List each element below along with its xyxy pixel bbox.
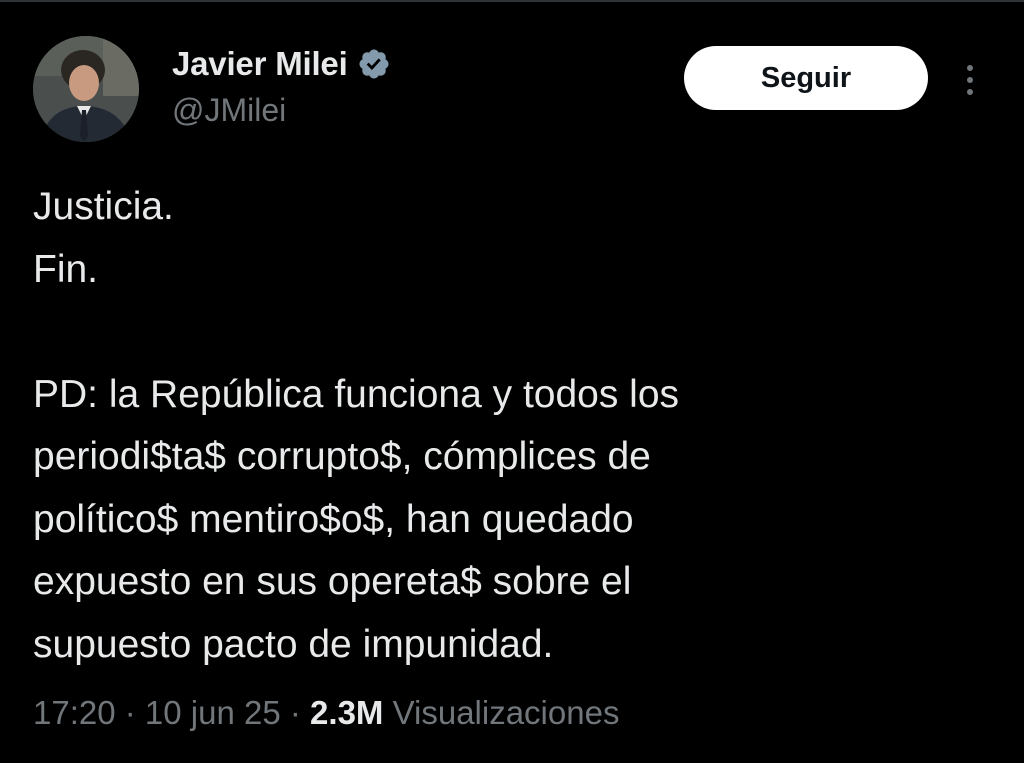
tweet-text: Justicia. Fin. PD: la República funciona…	[33, 176, 973, 676]
tweet-line: Justicia.	[33, 185, 174, 228]
tweet-line	[33, 301, 973, 364]
more-options-icon[interactable]	[954, 58, 986, 102]
tweet-line: PD: la República funciona y todos los	[33, 372, 680, 416]
avatar-image	[33, 36, 139, 142]
follow-button[interactable]: Seguir	[684, 46, 928, 110]
tweet-date[interactable]: 10 jun 25	[145, 694, 281, 732]
meta-separator: ·	[115, 694, 145, 731]
tweet-line: expuesto en sus opereta$ sobre el	[33, 560, 632, 603]
tweet-line: político$ mentiro$o$, han quedado	[33, 497, 634, 541]
meta-separator: ·	[280, 694, 311, 731]
tweet-line: supuesto pacto de impunidad.	[33, 622, 554, 666]
top-divider	[0, 0, 1024, 2]
verified-badge-icon	[357, 47, 391, 81]
views-spacer	[383, 694, 392, 732]
tweet-meta: 17:20 · 10 jun 25 · 2.3M Visualizaciones	[33, 694, 619, 732]
avatar[interactable]	[33, 36, 139, 142]
views-label[interactable]: Visualizaciones	[393, 694, 620, 732]
tweet-time[interactable]: 17:20	[33, 694, 116, 732]
author-display-name[interactable]: Javier Milei	[172, 45, 348, 83]
author-name-row: Javier Milei	[172, 44, 391, 84]
views-count[interactable]: 2.3M	[310, 694, 383, 732]
tweet-line: Fin.	[33, 247, 99, 291]
author-handle[interactable]: @JMilei	[172, 92, 286, 129]
tweet-line: periodi$ta$ corrupto$, cómplices de	[33, 435, 651, 478]
